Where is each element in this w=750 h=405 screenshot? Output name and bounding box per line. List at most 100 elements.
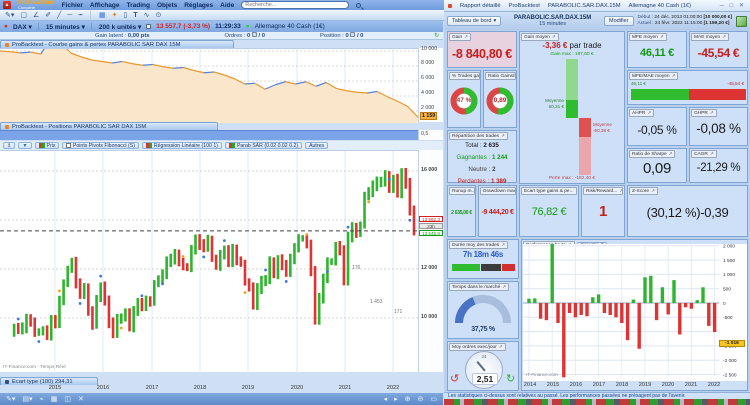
view-select[interactable]: Tableau de bord ▾	[447, 16, 501, 26]
popout-icon[interactable]: ↗	[502, 284, 506, 290]
share-icon[interactable]: ⌁	[40, 395, 44, 403]
popout-icon[interactable]: ↗	[499, 344, 503, 350]
fullview-icon[interactable]: ▭	[430, 395, 437, 403]
tab-probacktest[interactable]: ProBacktest	[509, 3, 540, 9]
menu-objets[interactable]: Objets	[157, 2, 177, 9]
chart-style-icon[interactable]	[146, 24, 151, 29]
repartition-panel: Répartition des trades↗ Total : 2 635 Ga…	[447, 130, 517, 183]
positions-panel-title[interactable]: ProBacktest - Positions PARABOLIC SAR DA…	[0, 122, 218, 130]
popout-icon[interactable]: ↗	[464, 34, 468, 40]
timeframe-select[interactable]: 15 minutes ▾	[46, 23, 85, 31]
text-tool-icon[interactable]: T	[133, 12, 137, 19]
avg-loss-caption: Moyenne-60,38 €	[593, 122, 625, 133]
trash-icon[interactable]: ▯	[123, 11, 127, 19]
indicator-regression[interactable]: Régression Linéaire (100 1)	[142, 142, 222, 150]
equity-panel-title[interactable]: ProBacktest - Courbe gains & pertes PARA…	[0, 40, 234, 48]
layout-icon[interactable]: ◫	[64, 395, 71, 403]
popout-icon[interactable]: ↗	[576, 188, 577, 194]
pen-tool-icon[interactable]: ✐	[45, 11, 51, 19]
scroll-left-icon[interactable]: ◂	[384, 395, 388, 403]
tab-instrument[interactable]: Allemagne 40 Cash (1€)	[629, 3, 692, 9]
erase-icon[interactable]: ✕	[78, 395, 84, 403]
chart-bottom-toolbar: ✎▾ ▤▾ ⌁ ▦ ◫ ✕ ◂ ▸ ⊕ ⊖ ▭	[0, 393, 443, 405]
svg-text:-2 500: -2 500	[723, 372, 737, 378]
symbol-select[interactable]: DAX ▾	[13, 23, 32, 31]
backtest-dashboard-window: Rapport détaillé ProBacktest PARABOLIC.S…	[444, 0, 750, 405]
performance-chart[interactable]: 2 0001 5001 0005000-500-1 500-2 000-2 50…	[523, 244, 747, 381]
grid-tool-icon[interactable]: ▦	[99, 11, 106, 19]
ecart-type-panel: Ecart type gains & pe...↗ 76,82 €	[519, 185, 579, 237]
popout-icon[interactable]: ↗	[672, 73, 676, 79]
popout-icon[interactable]: ↗	[651, 188, 655, 194]
angle-tool-icon[interactable]: ∠	[33, 11, 39, 19]
magic-tool-icon[interactable]: ✦	[112, 11, 118, 19]
system-title: PARABOLIC.SAR.DAX.15M 15 minutes	[505, 15, 600, 28]
position-count: Position : 0 / 0	[320, 32, 363, 39]
popout-icon[interactable]: ↗	[647, 110, 651, 116]
decrease-arrow-icon: ↺	[450, 372, 459, 385]
popout-icon[interactable]: ↗	[660, 34, 664, 40]
popout-icon[interactable]: ↗	[501, 133, 505, 139]
zoom-in-icon[interactable]: ⊕	[405, 395, 411, 403]
risk-reward-value: 1	[582, 203, 624, 220]
orders-dial: 24 2,51	[465, 351, 503, 389]
cagr-value: -21,29 %	[690, 162, 747, 174]
indicator-prix[interactable]: Prix	[35, 142, 60, 150]
tab-rapport-detaille[interactable]: Rapport détaillé	[460, 3, 501, 9]
collapse-icon[interactable]: ↥	[3, 142, 15, 150]
popout-icon[interactable]: ↗	[669, 151, 673, 157]
dashboard-window-controls[interactable]: ─ □ ✕	[720, 2, 746, 9]
position-list-icon[interactable]	[350, 32, 355, 37]
axis-tick: 2016	[570, 382, 582, 388]
cursor-tool-icon[interactable]: ▢	[20, 11, 27, 19]
indicator-parab-sar[interactable]: Parab SAR (0.02 0.02 0.2)	[225, 142, 302, 150]
indicator-autres[interactable]: Autres	[305, 142, 328, 150]
tab-system-name[interactable]: PARABOLIC.SAR.DAX.15M	[548, 3, 621, 9]
modify-button[interactable]: Modifier	[604, 16, 634, 26]
duree-label: Durée moy des trades↗	[449, 241, 508, 249]
ecart-type-indicator-tab[interactable]: Ecart type (100) 294,31	[0, 377, 98, 385]
checkbox-icon[interactable]	[66, 143, 71, 148]
screenshot-icon[interactable]: ▤▾	[22, 395, 32, 403]
popout-icon[interactable]: ↗	[710, 151, 714, 157]
zscore-label: Z-Score↗	[629, 187, 658, 195]
app-logo: ProRealTime Complete	[18, 1, 55, 10]
dropdown-icon[interactable]: ▼	[18, 142, 31, 150]
search-input[interactable]	[241, 1, 349, 9]
positions-histogram[interactable]	[0, 130, 418, 140]
grid-icon[interactable]: ▦	[51, 395, 58, 403]
sharpe-value: 0,09	[628, 160, 686, 177]
popout-icon[interactable]: ↗	[501, 242, 505, 248]
zoom-out-icon[interactable]: ⊖	[418, 395, 424, 403]
units-select[interactable]: 200 k unités ▾	[99, 23, 141, 31]
equity-y-axis: 10 000 8 000 6 000 4 000 2 000 1 159	[418, 48, 443, 122]
menu-affichage[interactable]: Affichage	[90, 2, 120, 9]
sync-icon[interactable]: ↻	[434, 33, 439, 39]
dashline-tool-icon[interactable]: ┅	[78, 11, 82, 19]
hline-tool-icon[interactable]: ─	[67, 12, 72, 19]
price-chart[interactable]: 1761 453171 IT-Finance.com - Temps Réel	[0, 150, 418, 372]
pencil-tool-icon[interactable]: ✎▾	[5, 11, 14, 19]
popout-icon[interactable]: ↗	[710, 110, 714, 116]
orders-list-icon[interactable]	[252, 32, 257, 37]
menu-trading[interactable]: Trading	[127, 2, 150, 9]
equity-chart[interactable]	[0, 48, 418, 122]
mfe-bar	[631, 89, 689, 100]
menu-fichier[interactable]: Fichier	[62, 2, 83, 9]
zoom-tool-icon[interactable]: ⊙	[155, 11, 161, 19]
export-chart-icon[interactable]	[736, 16, 747, 27]
segment-tool-icon[interactable]: ╱	[57, 11, 61, 19]
search-icon[interactable]	[356, 3, 361, 8]
scroll-right-icon[interactable]: ▸	[394, 395, 398, 403]
menu-reglages[interactable]: Réglages	[184, 2, 213, 9]
popout-icon[interactable]: ↗	[722, 34, 726, 40]
popout-icon[interactable]: ↗	[619, 188, 623, 194]
popout-icon[interactable]: ↗	[552, 34, 556, 40]
wave-tool-icon[interactable]: ∿	[144, 11, 150, 19]
dashboard-header: Tableau de bord ▾ PARABOLIC.SAR.DAX.15M …	[444, 12, 750, 30]
indicator-pivots[interactable]: Points Pivots Fibonacci (S)	[62, 142, 138, 150]
ordres-jour-value: 2,51	[472, 373, 498, 385]
draw-menu-icon[interactable]: ✎▾	[6, 395, 15, 403]
svg-text:1 000: 1 000	[723, 272, 735, 278]
menu-aide[interactable]: Aide	[220, 2, 234, 9]
